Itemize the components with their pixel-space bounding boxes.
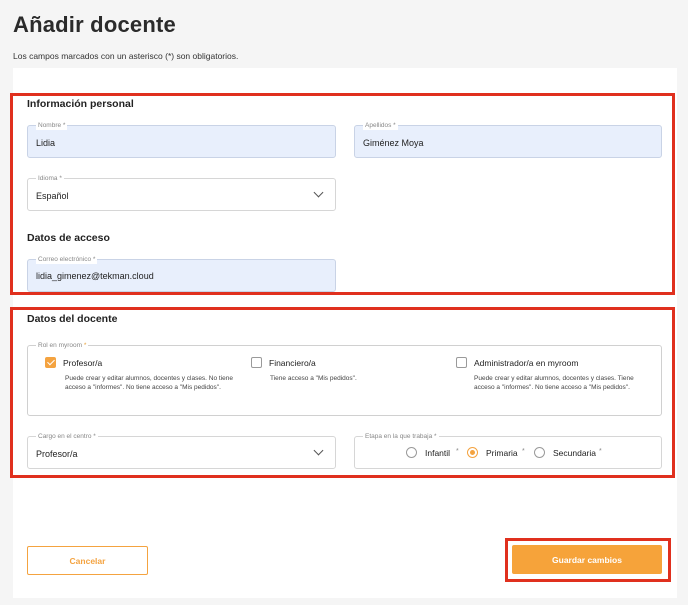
etapa-infantil-label: Infantil [425,448,451,458]
etapa-secundaria-star: * [599,448,602,455]
cargo-label: Cargo en el centro * [36,432,98,441]
etapa-infantil-star: * [456,448,459,455]
save-button[interactable]: Guardar cambios [512,545,662,574]
rol-profesor-label: Profesor/a [63,358,103,368]
page-title: Añadir docente [13,12,176,37]
required-fields-note: Los campos marcados con un asterisco (*)… [13,51,239,61]
check-icon [47,357,55,366]
rol-profesor-checkbox[interactable] [45,357,56,368]
rol-financiero-desc: Tiene acceso a "Mis pedidos". [270,375,357,382]
email-value: lidia_gimenez@tekman.cloud [36,271,154,281]
nombre-field[interactable]: Nombre * Lidia [27,121,336,158]
etapa-label: Etapa en la que trabaja * [363,432,439,441]
rol-label: Rol en myroom * [36,341,89,350]
rol-financiero-checkbox[interactable] [251,357,262,368]
rol-admin-label: Administrador/a en myroom [474,358,579,368]
cargo-select[interactable]: Cargo en el centro * Profesor/a [27,432,336,469]
section-teacher-title: Datos del docente [27,313,118,325]
rol-profesor-desc: Puede crear y editar alumnos, docentes y… [65,375,234,391]
nombre-label: Nombre * [36,121,68,130]
chevron-down-icon [313,187,324,198]
etapa-primaria-star: * [522,448,525,455]
section-access-title: Datos de acceso [27,232,110,244]
chevron-down-icon [313,445,324,456]
apellidos-field[interactable]: Apellidos * Giménez Moya [354,121,662,158]
section-personal-title: Información personal [27,98,134,110]
idioma-select[interactable]: Idioma * Español [27,174,336,211]
email-field[interactable]: Correo electrónico * lidia_gimenez@tekma… [27,255,336,292]
nombre-value: Lidia [36,138,56,148]
etapa-primaria-label: Primaria [486,448,518,458]
cancel-button[interactable]: Cancelar [27,546,148,575]
etapa-secundaria-radio[interactable] [534,447,545,458]
etapa-primaria-radio[interactable] [467,447,478,458]
cargo-value: Profesor/a [36,449,78,459]
idioma-value: Español [36,191,69,201]
rol-admin-checkbox[interactable] [456,357,467,368]
idioma-label: Idioma * [36,174,64,183]
rol-fieldset: Rol en myroom * Profesor/a Puede crear y… [27,341,662,416]
etapa-fieldset: Etapa en la que trabaja * Infantil * Pri… [354,432,662,469]
apellidos-label: Apellidos * [363,121,398,130]
email-label: Correo electrónico * [36,255,98,264]
apellidos-value: Giménez Moya [363,138,424,148]
etapa-infantil-radio[interactable] [406,447,417,458]
etapa-secundaria-label: Secundaria [553,448,597,458]
radio-selected-dot [470,450,475,455]
rol-financiero-label: Financiero/a [269,358,316,368]
rol-admin-desc: Puede crear y editar alumnos, docentes y… [474,375,634,391]
